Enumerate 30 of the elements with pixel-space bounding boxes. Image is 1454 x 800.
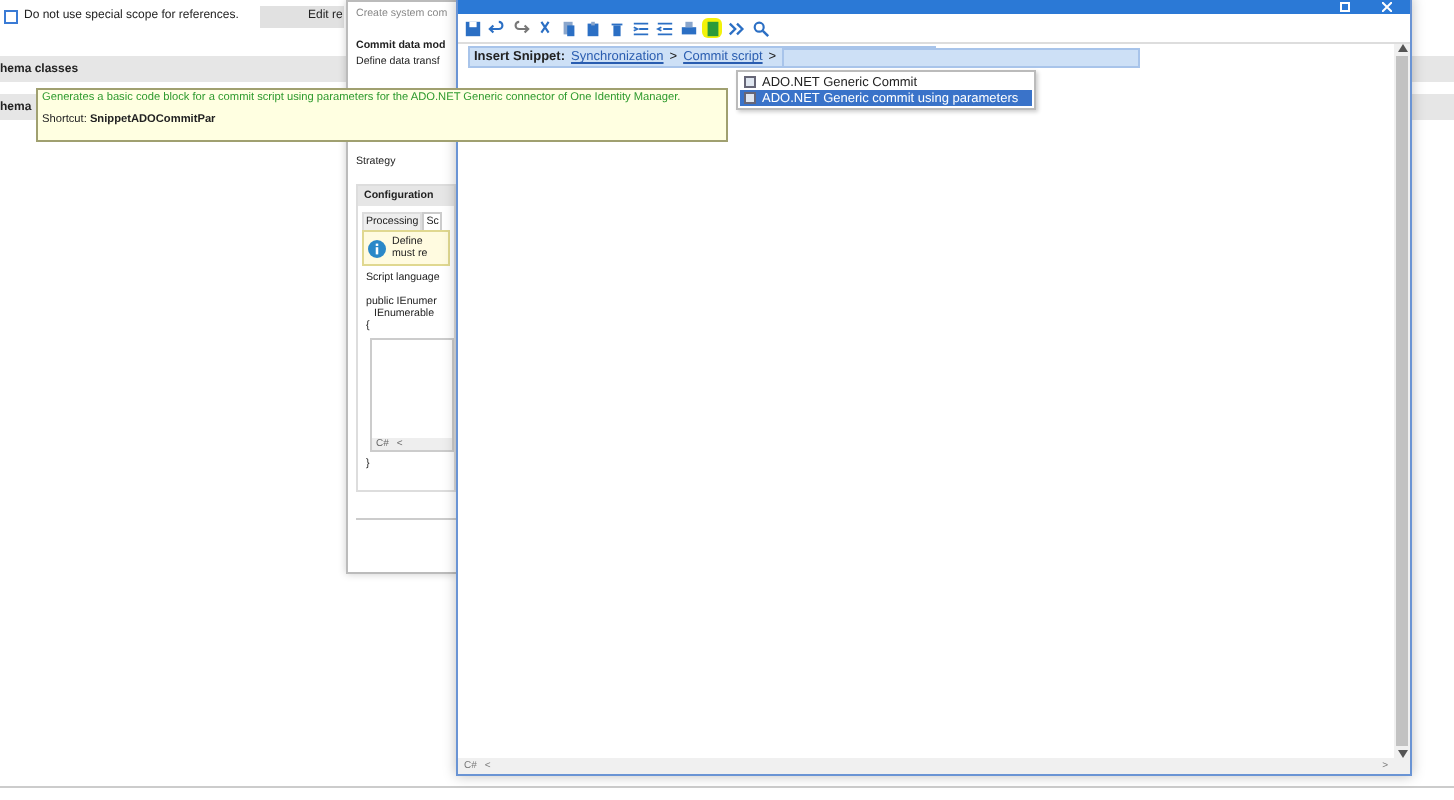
paste-icon: [583, 19, 601, 37]
indent-tool[interactable]: [630, 18, 650, 38]
redo-tool[interactable]: [510, 18, 530, 38]
print-icon: [679, 19, 697, 37]
maximize-icon[interactable]: [1340, 1, 1350, 11]
cut-icon: [535, 19, 553, 37]
more-tool[interactable]: [726, 18, 746, 38]
info-icon: [368, 239, 386, 257]
search-tool[interactable]: [750, 18, 770, 38]
outdent-icon: [655, 19, 673, 37]
vertical-scrollbar[interactable]: [1394, 44, 1410, 758]
redo-icon: [511, 19, 529, 37]
undo-tool[interactable]: [486, 18, 506, 38]
save-icon: [463, 19, 481, 37]
delete-tool[interactable]: [606, 18, 626, 38]
print-tool[interactable]: [678, 18, 698, 38]
delete-icon: [607, 19, 625, 37]
scroll-up-icon[interactable]: [1397, 44, 1407, 52]
search-icon: [751, 19, 769, 37]
outdent-tool[interactable]: [654, 18, 674, 38]
copy-tool[interactable]: [558, 18, 578, 38]
indent-icon: [631, 19, 649, 37]
undo-icon: [487, 19, 505, 37]
save-tool[interactable]: [462, 18, 482, 38]
more-icon: [727, 19, 745, 37]
snippet-input-field[interactable]: [782, 47, 1141, 67]
close-icon[interactable]: [1382, 1, 1392, 11]
paste-tool[interactable]: [582, 18, 602, 38]
checkbox[interactable]: [4, 9, 18, 23]
copy-icon: [559, 19, 577, 37]
